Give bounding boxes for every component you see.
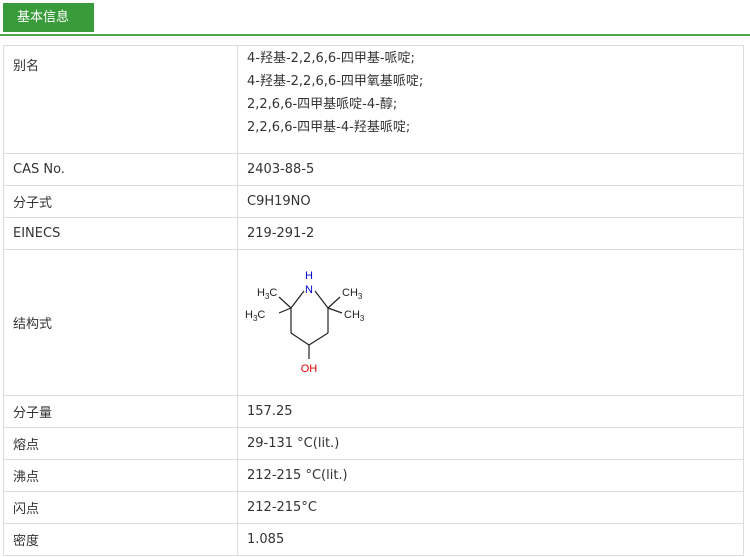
alias-list: 4-羟基-2,2,6,6-四甲基-哌啶; 4-羟基-2,2,6,6-四甲氧基哌啶…: [237, 45, 744, 154]
table-row-structure: 结构式 H N OH H3C H3C CH3 CH3: [3, 249, 744, 396]
ring-bonds: [278, 290, 343, 359]
density-value: 1.085: [237, 523, 744, 556]
alias-item: 4-羟基-2,2,6,6-四甲氧基哌啶;: [247, 74, 424, 89]
methyl-label: H3C: [257, 287, 277, 301]
row-label: 分子式: [3, 185, 238, 218]
methyl-label: H3C: [245, 309, 265, 323]
methyl-label: CH3: [344, 309, 365, 323]
table-row-bp: 沸点 212-215 °C(lit.): [3, 459, 744, 492]
alias-item: 4-羟基-2,2,6,6-四甲基-哌啶;: [247, 51, 415, 66]
row-label: 闪点: [3, 491, 238, 524]
row-label: 熔点: [3, 427, 238, 460]
table-row-mw: 分子量 157.25: [3, 395, 744, 428]
table-row-formula: 分子式 C9H19NO: [3, 185, 744, 218]
row-label: 分子量: [3, 395, 238, 428]
alias-item: 2,2,6,6-四甲基哌啶-4-醇;: [247, 97, 398, 112]
fp-value: 212-215°C: [237, 491, 744, 524]
row-label: 别名: [3, 45, 238, 154]
structure-image: H N OH H3C H3C CH3 CH3: [245, 270, 365, 375]
bp-value: 212-215 °C(lit.): [237, 459, 744, 492]
tab-basic-info[interactable]: 基本信息: [3, 3, 94, 32]
row-label: 沸点: [3, 459, 238, 492]
structure-cell: H N OH H3C H3C CH3 CH3: [237, 249, 744, 396]
table-row-cas: CAS No. 2403-88-5: [3, 153, 744, 186]
formula-value: C9H19NO: [237, 185, 744, 218]
row-label: 结构式: [3, 249, 238, 396]
alias-item: 2,2,6,6-四甲基-4-羟基哌啶;: [247, 120, 411, 135]
einecs-value: 219-291-2: [237, 217, 744, 250]
table-row-einecs: EINECS 219-291-2: [3, 217, 744, 250]
mp-value: 29-131 °C(lit.): [237, 427, 744, 460]
table-row-aliases: 别名 4-羟基-2,2,6,6-四甲基-哌啶; 4-羟基-2,2,6,6-四甲氧…: [3, 45, 744, 154]
basic-info-table: 别名 4-羟基-2,2,6,6-四甲基-哌啶; 4-羟基-2,2,6,6-四甲氧…: [3, 45, 744, 556]
table-row-fp: 闪点 212-215°C: [3, 491, 744, 524]
section-header: 基本信息: [0, 0, 750, 36]
methyl-label: CH3: [342, 287, 363, 301]
atom-n: N: [305, 284, 313, 296]
mw-value: 157.25: [237, 395, 744, 428]
row-label: EINECS: [3, 217, 238, 250]
table-row-density: 密度 1.085: [3, 523, 744, 556]
atom-h: H: [305, 270, 313, 282]
cas-value: 2403-88-5: [237, 153, 744, 186]
row-label: CAS No.: [3, 153, 238, 186]
table-row-mp: 熔点 29-131 °C(lit.): [3, 427, 744, 460]
atom-oh: OH: [301, 363, 318, 375]
row-label: 密度: [3, 523, 238, 556]
